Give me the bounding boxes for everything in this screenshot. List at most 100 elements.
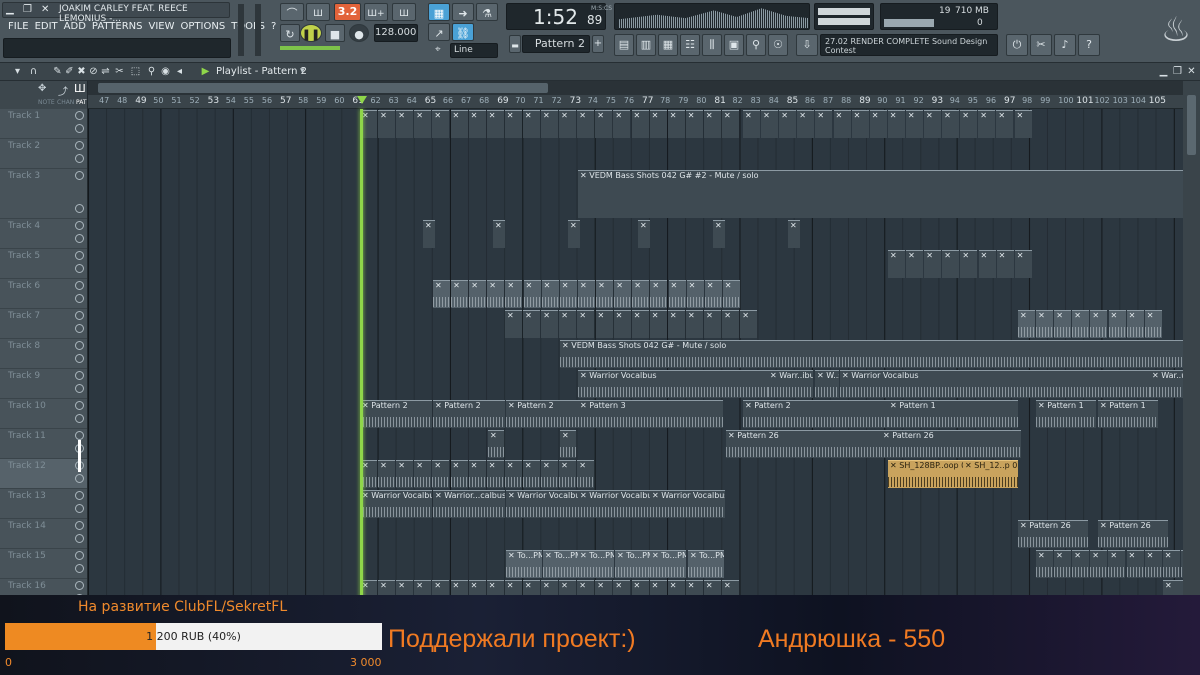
playlist-clip[interactable]: ✕ Warrior Vocalbus <box>650 490 725 518</box>
magnet-icon[interactable]: ⌖ <box>435 44 441 55</box>
playlist-clip[interactable]: ✕ <box>722 310 740 338</box>
playlist-clip[interactable]: ✕ <box>942 250 960 278</box>
playlist-clip[interactable]: ✕ To...PM <box>543 550 579 578</box>
playlist-clip[interactable]: ✕ <box>960 110 978 138</box>
tracks-move-icon[interactable]: ✥ <box>38 83 46 94</box>
playlist-clip[interactable]: ✕ Pattern 2 <box>506 400 578 428</box>
track-mute-icon[interactable] <box>75 294 84 303</box>
track-header[interactable]: Track 11 <box>0 429 87 459</box>
menu-patterns[interactable]: PATTERNS <box>92 21 143 32</box>
playlist-clip[interactable]: ✕ <box>722 280 740 308</box>
track-mute-icon[interactable] <box>75 534 84 543</box>
track-mute-icon[interactable] <box>75 354 84 363</box>
track-solo-icon[interactable] <box>75 311 84 320</box>
curve-icon[interactable]: ⤴ <box>58 83 68 98</box>
playlist-clip[interactable]: ✕ <box>577 110 595 138</box>
playlist-clip[interactable]: ✕ <box>761 110 779 138</box>
loop-record-button[interactable]: Ш <box>392 3 416 21</box>
track-header[interactable]: Track 14 <box>0 519 87 549</box>
playlist-clip[interactable]: ✕ <box>450 460 468 488</box>
playlist-clip[interactable]: ✕ <box>649 110 667 138</box>
playlist-clip[interactable]: ✕ <box>468 110 486 138</box>
playlist-title[interactable]: Playlist - Pattern 2 <box>216 66 307 77</box>
playlist-clip[interactable]: ✕ <box>667 110 685 138</box>
track-solo-icon[interactable] <box>75 521 84 530</box>
track-mute-icon[interactable] <box>75 234 84 243</box>
playlist-clip[interactable]: ✕ <box>743 110 761 138</box>
playlist-clip[interactable]: ✕ <box>631 110 649 138</box>
playlist-clip[interactable]: ✕ <box>577 310 595 338</box>
playlist-clip[interactable]: ✕ <box>568 220 580 248</box>
hint-news-panel[interactable]: 27.02 RENDER COMPLETE Sound Design Conte… <box>820 34 998 56</box>
blend-notes-button[interactable]: Ш+ <box>364 3 388 21</box>
metronome-icon[interactable]: ⌒ <box>280 3 304 21</box>
playlist-clip[interactable]: ✕ VEDM Bass Shots 042 G# #2 - Mute / sol… <box>578 170 1183 218</box>
arrow-icon[interactable]: ▾ <box>12 66 23 77</box>
typing-keyboard-icon[interactable]: ▦ <box>428 3 450 21</box>
snap-select[interactable]: Line <box>450 43 498 58</box>
track-header[interactable]: Track 5 <box>0 249 87 279</box>
playlist-clip[interactable]: ✕ <box>433 280 451 308</box>
playlist-clip[interactable]: ✕ <box>978 250 996 278</box>
pencil-icon[interactable]: ✎ <box>52 66 63 77</box>
playlist-clip[interactable]: ✕ To...PM <box>688 550 724 578</box>
playlist-clip[interactable]: ✕ SH_12..p 02 <box>963 460 1018 488</box>
select-icon[interactable]: ⬚ <box>130 66 141 77</box>
plugin-picker-icon[interactable]: ▣ <box>724 34 744 56</box>
playlist-clip[interactable]: ✕ <box>595 310 613 338</box>
playlist-clip[interactable]: ✕ <box>493 220 505 248</box>
playlist-clip[interactable]: ✕ <box>486 460 504 488</box>
track-header[interactable]: Track 13 <box>0 489 87 519</box>
menu-view[interactable]: VIEW <box>149 21 175 32</box>
stop-button[interactable]: ■ <box>325 24 345 42</box>
track-mute-icon[interactable] <box>75 474 84 483</box>
track-header[interactable]: Track 3 <box>0 169 87 219</box>
track-solo-icon[interactable] <box>75 401 84 410</box>
playlist-clip[interactable]: ✕ Pattern 2 <box>360 400 432 428</box>
track-solo-icon[interactable] <box>75 221 84 230</box>
track-solo-icon[interactable] <box>75 171 84 180</box>
playlist-clip[interactable]: ✕ <box>887 110 905 138</box>
playlist-clip[interactable]: ✕ <box>1036 550 1054 578</box>
playhead-marker[interactable] <box>357 96 367 104</box>
speaker-icon[interactable]: ◂ <box>174 66 185 77</box>
slice-icon[interactable]: ✂ <box>114 66 125 77</box>
playlist-clip[interactable]: ✕ <box>815 110 833 138</box>
playlist-clip[interactable]: ✕ To...PM <box>506 550 542 578</box>
pattern-selector[interactable]: Pattern 2 <box>522 35 590 53</box>
playlist-clip[interactable]: ✕ <box>833 110 851 138</box>
playlist-menu-icon[interactable]: ▾ <box>300 66 305 76</box>
playlist-clip[interactable]: ✕ Warr..ibus <box>768 370 813 398</box>
countdown-button[interactable]: 3.2 <box>334 3 361 21</box>
playlist-clip[interactable]: ✕ <box>1014 250 1032 278</box>
track-header[interactable]: Track 4 <box>0 219 87 249</box>
playlist-clip[interactable]: ✕ <box>469 280 487 308</box>
playlist-clip[interactable]: ✕ <box>1108 550 1126 578</box>
playlist-clip[interactable]: ✕ <box>722 110 740 138</box>
track-mute-icon[interactable] <box>75 414 84 423</box>
pattern-mode-icon[interactable]: Ш <box>74 82 86 95</box>
playlist-clip[interactable]: ✕ <box>924 110 942 138</box>
cut-icon[interactable]: ✂ <box>1030 34 1052 56</box>
playlist-clip[interactable]: ✕ <box>1108 310 1126 338</box>
arrow-icon[interactable]: ➜ <box>452 3 474 21</box>
question-icon[interactable]: ? <box>1078 34 1100 56</box>
track-mute-icon[interactable] <box>75 154 84 163</box>
track-solo-icon[interactable] <box>75 581 84 590</box>
playlist-clip[interactable]: ✕ <box>1036 310 1054 338</box>
track-solo-icon[interactable] <box>75 281 84 290</box>
playlist-clip[interactable]: ✕ <box>1162 550 1180 578</box>
playlist-clip[interactable]: ✕ Warrior...calbus <box>433 490 505 518</box>
playlist-clip[interactable]: ✕ Pattern 1 <box>1098 400 1158 428</box>
song-mode-icon[interactable]: ↻ <box>280 24 300 42</box>
playlist-clip[interactable]: ✕ <box>960 250 978 278</box>
track-header[interactable]: Track 7 <box>0 309 87 339</box>
maximize-icon[interactable]: ❐ <box>1172 66 1183 77</box>
playlist-clip[interactable]: ✕ <box>541 110 559 138</box>
magnet-icon[interactable]: ∩ <box>28 66 39 77</box>
close-icon[interactable]: ✕ <box>1186 66 1197 77</box>
main-pitch-bar[interactable] <box>280 46 340 50</box>
playlist-clip[interactable]: ✕ <box>649 310 667 338</box>
playlist-clip[interactable]: ✕ <box>788 220 800 248</box>
playlist-clip[interactable]: ✕ <box>577 460 595 488</box>
